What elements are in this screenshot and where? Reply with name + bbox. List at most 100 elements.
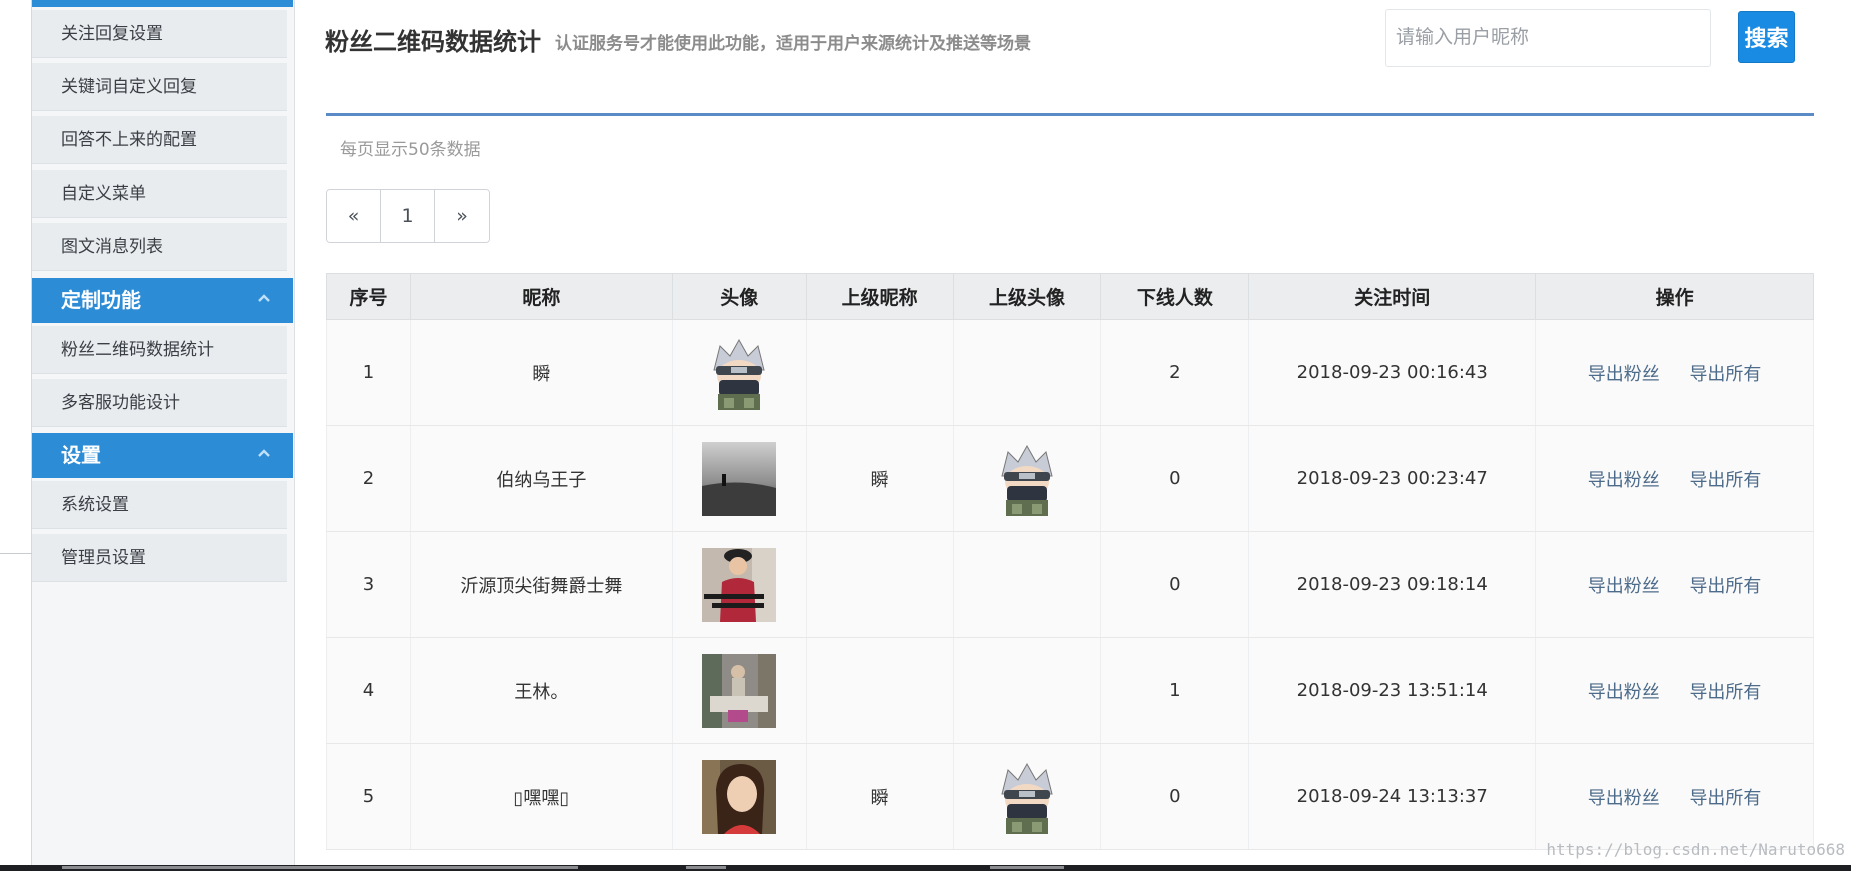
ninja-avatar xyxy=(990,441,1064,516)
cell-downline: 0 xyxy=(1100,743,1250,850)
pagination-next[interactable]: » xyxy=(435,190,489,242)
col-header-parent-avatar[interactable]: 上级头像 xyxy=(952,273,1102,320)
cell-actions: 导出粉丝 导出所有 xyxy=(1535,743,1814,850)
search-input[interactable] xyxy=(1385,9,1711,67)
table-row: 5 ▯嘿嘿▯ 瞬 0 2018-09-24 13:13:37 导出粉丝 导出所有 xyxy=(326,743,1814,850)
cell-avatar xyxy=(671,425,807,532)
gutter-divider xyxy=(0,553,32,554)
cell-follow-time: 2018-09-24 13:13:37 xyxy=(1248,743,1537,850)
sidebar: 关注回复设置 关键词自定义回复 回答不上来的配置 自定义菜单 图文消息列表 定制… xyxy=(32,0,295,871)
pagination: « 1 » xyxy=(326,189,490,243)
left-gutter xyxy=(0,0,32,871)
page-subtitle: 认证服务号才能使用此功能，适用于用户来源统计及推送等场景 xyxy=(555,34,1031,54)
girl-photo-avatar xyxy=(702,759,777,834)
sidebar-group-custom[interactable]: 定制功能 xyxy=(32,278,293,323)
watermark: https://blog.csdn.net/Naruto668 xyxy=(1546,840,1845,859)
export-all-link[interactable]: 导出所有 xyxy=(1689,470,1761,491)
sidebar-item-admin-settings[interactable]: 管理员设置 xyxy=(32,534,287,582)
cell-avatar xyxy=(671,743,807,850)
export-fans-link[interactable]: 导出粉丝 xyxy=(1588,576,1660,597)
col-header-index[interactable]: 序号 xyxy=(326,273,411,320)
fans-table: 序号 昵称 头像 上级昵称 上级头像 下线人数 关注时间 操作 1 瞬 2 20… xyxy=(326,273,1814,850)
cell-actions: 导出粉丝 导出所有 xyxy=(1535,531,1814,638)
export-fans-link[interactable]: 导出粉丝 xyxy=(1588,470,1660,491)
export-fans-link[interactable]: 导出粉丝 xyxy=(1588,364,1660,385)
col-header-downline[interactable]: 下线人数 xyxy=(1100,273,1250,320)
cell-parent-nickname xyxy=(805,637,954,744)
cell-nickname: ▯嘿嘿▯ xyxy=(409,743,673,850)
cell-follow-time: 2018-09-23 13:51:14 xyxy=(1248,637,1537,744)
cell-index: 3 xyxy=(326,531,411,638)
love-sign-photo-avatar xyxy=(702,653,777,728)
sidebar-item-keyword-reply[interactable]: 关键词自定义回复 xyxy=(32,63,287,111)
cell-index: 4 xyxy=(326,637,411,744)
col-header-follow-time[interactable]: 关注时间 xyxy=(1248,273,1537,320)
cell-downline: 1 xyxy=(1100,637,1250,744)
cell-parent-avatar xyxy=(952,743,1102,850)
cell-parent-avatar xyxy=(952,637,1102,744)
search-button[interactable]: 搜索 xyxy=(1738,11,1795,63)
cell-avatar xyxy=(671,531,807,638)
chevron-up-icon xyxy=(258,294,270,302)
table-row: 1 瞬 2 2018-09-23 00:16:43 导出粉丝 导出所有 xyxy=(326,319,1814,426)
sidebar-group-label: 定制功能 xyxy=(61,288,141,312)
export-fans-link[interactable]: 导出粉丝 xyxy=(1588,682,1660,703)
col-header-avatar[interactable]: 头像 xyxy=(671,273,807,320)
table-row: 3 沂源顶尖街舞爵士舞 0 2018-09-23 09:18:14 导出粉丝 导… xyxy=(326,531,1814,638)
scrollbar-thumb[interactable] xyxy=(62,866,578,869)
beach-photo-avatar xyxy=(702,441,777,516)
cell-index: 2 xyxy=(326,425,411,532)
sidebar-item-system-settings[interactable]: 系统设置 xyxy=(32,481,287,529)
export-all-link[interactable]: 导出所有 xyxy=(1689,576,1761,597)
sidebar-item-multi-service[interactable]: 多客服功能设计 xyxy=(32,379,287,427)
table-row: 4 王林。 1 2018-09-23 13:51:14 导出粉丝 导出所有 xyxy=(326,637,1814,744)
export-all-link[interactable]: 导出所有 xyxy=(1689,682,1761,703)
cell-index: 1 xyxy=(326,319,411,426)
cell-parent-avatar xyxy=(952,425,1102,532)
col-header-nickname[interactable]: 昵称 xyxy=(409,273,673,320)
ninja-avatar xyxy=(990,759,1064,834)
cell-actions: 导出粉丝 导出所有 xyxy=(1535,319,1814,426)
table-row: 2 伯纳乌王子 瞬 0 2018-09-23 00:23:47 导出粉丝 导出所… xyxy=(326,425,1814,532)
table-header-row: 序号 昵称 头像 上级昵称 上级头像 下线人数 关注时间 操作 xyxy=(326,273,1814,320)
cell-parent-nickname xyxy=(805,319,954,426)
pagination-page[interactable]: 1 xyxy=(381,190,435,242)
export-fans-link[interactable]: 导出粉丝 xyxy=(1588,788,1660,809)
cell-avatar xyxy=(671,637,807,744)
col-header-actions[interactable]: 操作 xyxy=(1535,273,1814,320)
export-all-link[interactable]: 导出所有 xyxy=(1689,788,1761,809)
dancer-photo-avatar xyxy=(702,547,777,622)
sidebar-item-fans-qrcode-stats[interactable]: 粉丝二维码数据统计 xyxy=(32,326,287,374)
sidebar-item-follow-reply[interactable]: 关注回复设置 xyxy=(32,10,287,58)
cell-downline: 2 xyxy=(1100,319,1250,426)
sidebar-top-accent xyxy=(32,0,293,7)
scrollbar-segment xyxy=(686,866,726,869)
sidebar-item-custom-menu[interactable]: 自定义菜单 xyxy=(32,170,287,218)
cell-actions: 导出粉丝 导出所有 xyxy=(1535,637,1814,744)
page-size-info: 每页显示50条数据 xyxy=(340,140,481,160)
cell-parent-avatar xyxy=(952,531,1102,638)
cell-follow-time: 2018-09-23 09:18:14 xyxy=(1248,531,1537,638)
cell-parent-nickname: 瞬 xyxy=(805,425,954,532)
sidebar-item-news-list[interactable]: 图文消息列表 xyxy=(32,223,287,271)
sidebar-item-fallback-config[interactable]: 回答不上来的配置 xyxy=(32,116,287,164)
col-header-parent-nickname[interactable]: 上级昵称 xyxy=(805,273,954,320)
cell-parent-nickname: 瞬 xyxy=(805,743,954,850)
cell-downline: 0 xyxy=(1100,531,1250,638)
header-divider xyxy=(326,113,1814,116)
cell-actions: 导出粉丝 导出所有 xyxy=(1535,425,1814,532)
page-title: 粉丝二维码数据统计 xyxy=(325,28,541,56)
cell-parent-avatar xyxy=(952,319,1102,426)
ninja-avatar xyxy=(702,335,777,410)
cell-nickname: 沂源顶尖街舞爵士舞 xyxy=(409,531,673,638)
bottom-scrollbar[interactable] xyxy=(0,865,1851,871)
sidebar-group-settings[interactable]: 设置 xyxy=(32,433,293,478)
pagination-prev[interactable]: « xyxy=(327,190,381,242)
cell-nickname: 伯纳乌王子 xyxy=(409,425,673,532)
cell-follow-time: 2018-09-23 00:16:43 xyxy=(1248,319,1537,426)
chevron-up-icon xyxy=(258,449,270,457)
sidebar-group-label: 设置 xyxy=(61,443,101,467)
export-all-link[interactable]: 导出所有 xyxy=(1689,364,1761,385)
cell-index: 5 xyxy=(326,743,411,850)
main-content: 粉丝二维码数据统计 认证服务号才能使用此功能，适用于用户来源统计及推送等场景 搜… xyxy=(295,0,1851,871)
